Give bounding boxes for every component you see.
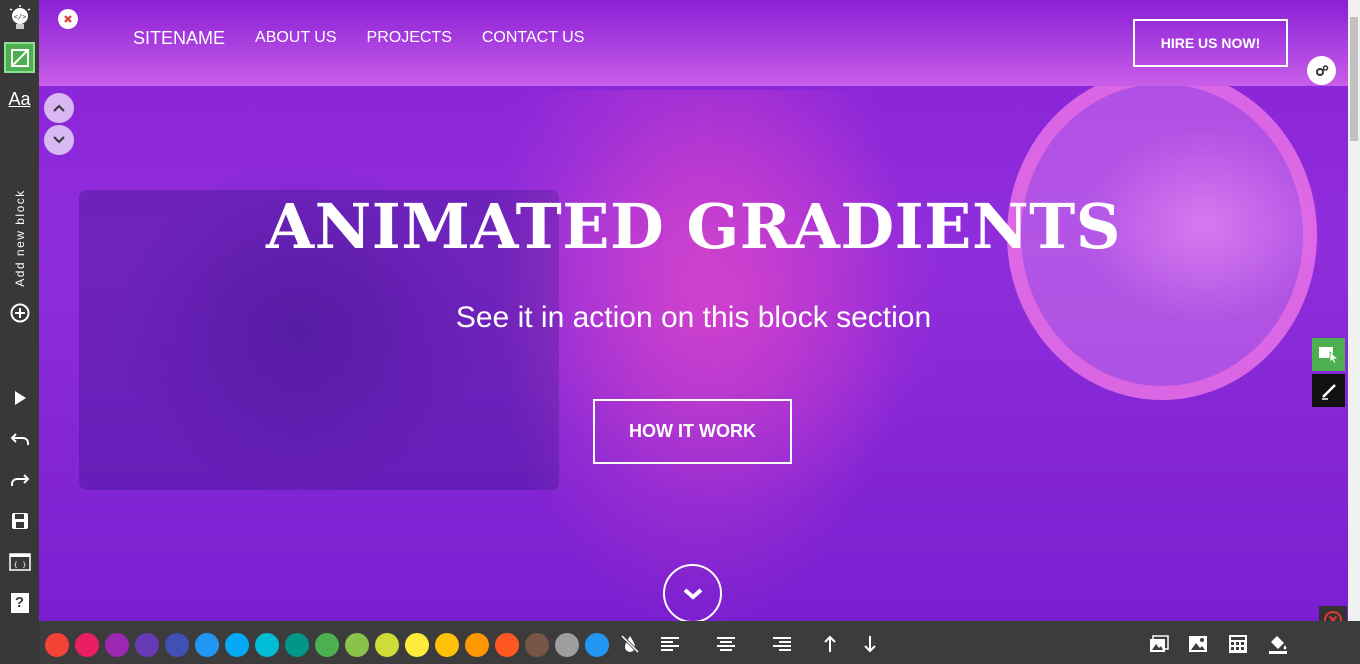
edit-pencil-icon[interactable]: [1312, 374, 1345, 407]
editor-sidebar: </> Aa Add new block { } ?: [0, 0, 39, 664]
color-swatch[interactable]: [225, 633, 249, 657]
move-block-down-icon[interactable]: [44, 125, 74, 155]
pattern-background-icon[interactable]: [1223, 629, 1253, 659]
bottom-toolbar: [39, 621, 1360, 664]
hero-title: ANIMATED GRADIENTS: [265, 190, 1122, 263]
align-right-icon[interactable]: [767, 629, 797, 659]
site-header: SITENAME ABOUT US PROJECTS CONTACT US HI…: [39, 0, 1348, 86]
color-swatch[interactable]: [555, 633, 579, 657]
color-swatch[interactable]: [45, 633, 69, 657]
svg-text:{ }: { }: [13, 561, 26, 569]
align-left-icon[interactable]: [655, 629, 685, 659]
nav-sitename[interactable]: SITENAME: [133, 28, 225, 49]
color-swatch[interactable]: [525, 633, 549, 657]
add-block-label[interactable]: Add new block: [4, 186, 35, 290]
color-swatch[interactable]: [375, 633, 399, 657]
typography-icon[interactable]: Aa: [4, 84, 35, 115]
paint-bucket-icon[interactable]: [1263, 629, 1293, 659]
hero-photo-singer: [489, 90, 909, 621]
image-gallery-icon[interactable]: [1144, 629, 1174, 659]
main-nav: SITENAME ABOUT US PROJECTS CONTACT US: [133, 28, 585, 49]
preview-play-icon[interactable]: [4, 382, 35, 413]
color-swatch[interactable]: [345, 633, 369, 657]
color-swatch[interactable]: [255, 633, 279, 657]
add-block-icon[interactable]: [4, 297, 35, 328]
color-swatch[interactable]: [105, 633, 129, 657]
page-scrollbar[interactable]: [1348, 0, 1360, 621]
move-up-arrow-icon[interactable]: [815, 629, 845, 659]
help-icon[interactable]: ?: [4, 587, 35, 618]
nav-projects[interactable]: PROJECTS: [367, 29, 452, 49]
lightbulb-code-icon[interactable]: </>: [4, 3, 35, 34]
color-swatch[interactable]: [465, 633, 489, 657]
hero-subtitle: See it in action on this block section: [455, 301, 932, 334]
hire-us-button[interactable]: HIRE US NOW!: [1133, 19, 1288, 67]
color-swatch[interactable]: [495, 633, 519, 657]
page-canvas: SITENAME ABOUT US PROJECTS CONTACT US HI…: [39, 0, 1348, 621]
color-swatch[interactable]: [435, 633, 459, 657]
layout-edit-icon[interactable]: [4, 42, 35, 73]
color-swatch[interactable]: [75, 633, 99, 657]
save-icon[interactable]: [4, 505, 35, 536]
move-down-arrow-icon[interactable]: [855, 629, 885, 659]
no-color-icon[interactable]: [615, 629, 645, 659]
color-swatch[interactable]: [285, 633, 309, 657]
remove-block-close-icon[interactable]: [58, 9, 78, 29]
undo-icon[interactable]: [4, 423, 35, 454]
move-block-up-icon[interactable]: [44, 93, 74, 123]
svg-text:</>: </>: [13, 13, 26, 21]
nav-about-us[interactable]: ABOUT US: [255, 29, 337, 49]
color-swatch[interactable]: [405, 633, 429, 657]
color-swatch[interactable]: [165, 633, 189, 657]
code-view-icon[interactable]: { }: [4, 546, 35, 577]
redo-icon[interactable]: [4, 464, 35, 495]
nav-contact-us[interactable]: CONTACT US: [482, 29, 585, 49]
select-element-icon[interactable]: [1312, 338, 1345, 371]
image-icon[interactable]: [1183, 629, 1213, 659]
color-swatch[interactable]: [135, 633, 159, 657]
color-swatch[interactable]: [315, 633, 339, 657]
scrollbar-thumb[interactable]: [1350, 17, 1358, 141]
color-swatch[interactable]: [195, 633, 219, 657]
scroll-down-chevron-icon[interactable]: [663, 564, 722, 621]
how-it-work-button[interactable]: HOW IT WORK: [593, 399, 792, 464]
block-settings-gear-icon[interactable]: [1307, 56, 1336, 85]
align-center-icon[interactable]: [711, 629, 741, 659]
color-swatch[interactable]: [585, 633, 609, 657]
